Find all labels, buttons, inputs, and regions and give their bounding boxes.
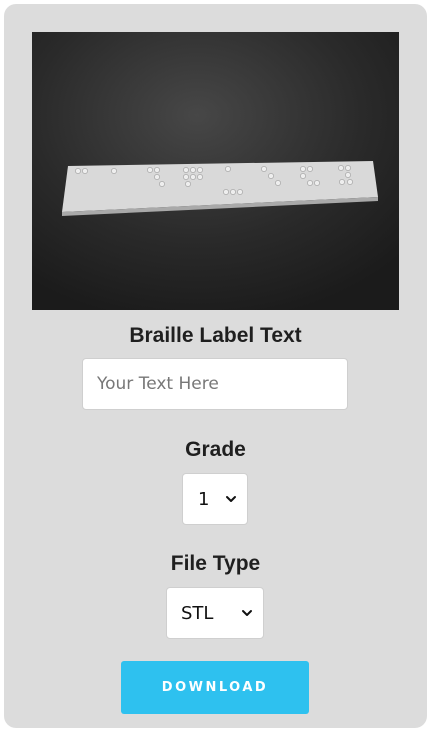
grade-select-value: 1 — [198, 488, 210, 510]
chevron-down-icon — [242, 610, 252, 616]
braille-plate-illustration — [32, 32, 399, 310]
braille-label-card: Braille Label Text Grade 1 File Type STL… — [4, 4, 427, 728]
file-type-select-value: STL — [181, 602, 214, 624]
braille-text-input[interactable] — [82, 358, 348, 410]
braille-label-photo — [32, 32, 399, 310]
braille-text-heading: Braille Label Text — [129, 324, 302, 347]
file-type-select[interactable]: STL — [166, 587, 264, 639]
chevron-down-icon — [226, 496, 236, 502]
grade-select[interactable]: 1 — [182, 473, 248, 525]
download-button[interactable]: DOWNLOAD — [121, 661, 309, 714]
grade-heading: Grade — [185, 438, 246, 461]
file-type-heading: File Type — [170, 552, 261, 575]
